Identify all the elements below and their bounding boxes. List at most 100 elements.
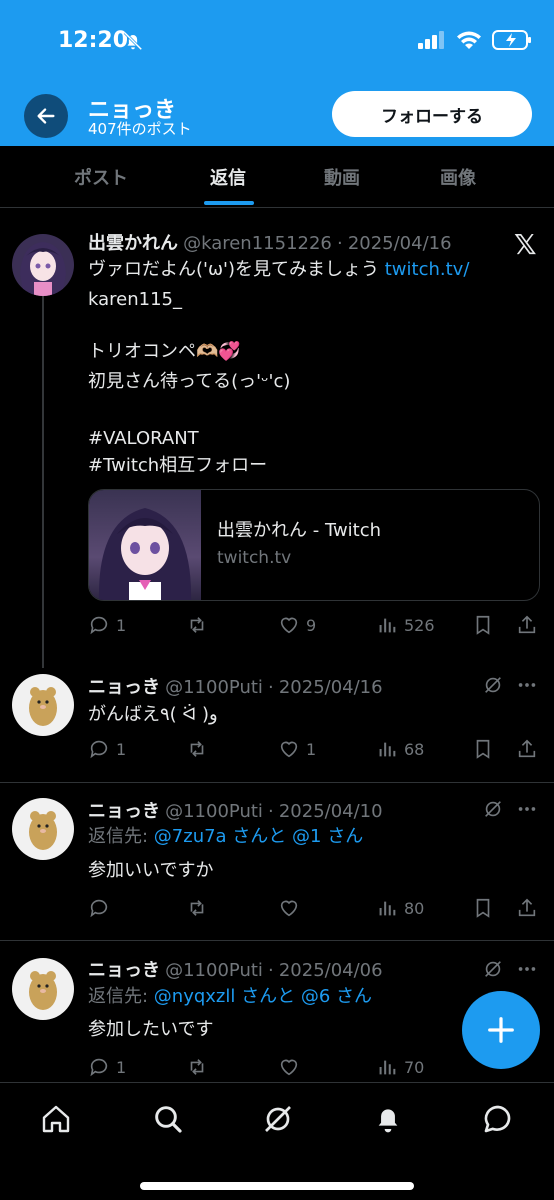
like-button[interactable]: 1 — [278, 738, 316, 760]
reply-to-users[interactable]: @nyqxzll さんと @6 さん — [154, 986, 372, 1007]
home-icon[interactable] — [40, 1103, 72, 1135]
post-header: ニョっき @1100Puti · 2025/04/16 — [88, 673, 383, 699]
retweet-icon — [190, 900, 204, 916]
follow-button[interactable]: フォローする — [332, 91, 532, 137]
post-actions: 80 — [88, 897, 538, 923]
post-text-line: ヴァロだよん('ω')を見てみましょう twitch.tv/ — [88, 255, 469, 285]
avatar[interactable] — [12, 958, 74, 1020]
more-icon[interactable] — [516, 958, 538, 980]
grok-icon[interactable] — [482, 798, 504, 820]
views-button[interactable]: 80 — [376, 897, 424, 919]
bookmark-icon — [476, 615, 490, 635]
author-handle[interactable]: @karen1151226 — [183, 233, 332, 254]
divider — [0, 782, 554, 783]
post-text: 初見さん待ってる(っ'ᵕ'c) — [88, 371, 291, 392]
bookmark-icon — [476, 898, 490, 918]
author-handle[interactable]: @1100Puti — [165, 801, 263, 822]
post-date[interactable]: 2025/04/16 — [348, 233, 452, 254]
reply-to-users[interactable]: @7zu7a さんと @1 さん — [154, 826, 363, 847]
post-count: 407件のポスト — [88, 120, 192, 138]
bookmark-button[interactable] — [472, 738, 494, 760]
back-button[interactable] — [24, 94, 68, 138]
meta-dot: · — [268, 677, 274, 698]
hashtag[interactable]: #VALORANT — [88, 424, 199, 454]
like-button[interactable]: 9 — [278, 614, 316, 636]
tab-images[interactable]: 画像 — [440, 164, 476, 190]
author-name[interactable]: ニョっき — [88, 960, 160, 981]
avatar[interactable] — [12, 674, 74, 736]
tab-replies[interactable]: 返信 — [210, 164, 246, 190]
bookmark-button[interactable] — [472, 614, 494, 636]
share-button[interactable] — [516, 897, 538, 919]
post-header: ニョっき @1100Puti · 2025/04/06 — [88, 956, 383, 982]
active-tab-indicator — [204, 201, 254, 205]
x-logo-icon: 𝕏 — [514, 228, 537, 261]
grok-icon[interactable] — [482, 674, 504, 696]
reply-icon — [90, 1058, 108, 1077]
bell-icon[interactable] — [372, 1103, 404, 1135]
compose-button[interactable] — [462, 991, 540, 1069]
post-link[interactable]: twitch.tv/ — [385, 259, 470, 280]
post-actions: 1 70 — [88, 1056, 458, 1082]
wifi-icon — [457, 31, 481, 49]
views-count: 80 — [404, 898, 425, 918]
share-icon — [518, 898, 536, 917]
post-text: 参加したいです — [88, 1019, 214, 1040]
heart-icon — [280, 617, 298, 634]
grok-icon[interactable] — [482, 958, 504, 980]
more-icon[interactable] — [516, 798, 538, 820]
post-link[interactable]: karen115_ — [88, 285, 182, 315]
reply-icon — [90, 899, 108, 918]
like-button[interactable] — [278, 897, 300, 919]
like-count: 9 — [306, 615, 317, 635]
author-handle[interactable]: @1100Puti — [165, 677, 263, 698]
share-button[interactable] — [516, 738, 538, 760]
more-icon[interactable] — [516, 674, 538, 696]
retweet-button[interactable] — [186, 1056, 208, 1078]
author-name[interactable]: ニョっき — [88, 801, 160, 822]
views-count: 526 — [404, 615, 435, 635]
tab-posts[interactable]: ポスト — [74, 164, 128, 190]
retweet-icon — [190, 1059, 204, 1075]
arrow-left-icon — [37, 108, 55, 124]
author-name[interactable]: ニョっき — [88, 677, 160, 698]
avatar[interactable] — [12, 798, 74, 860]
avatar-image — [29, 687, 57, 726]
post-date[interactable]: 2025/04/06 — [279, 960, 383, 981]
post-header: 出雲かれん @karen1151226 · 2025/04/16 — [88, 229, 452, 255]
author-name[interactable]: 出雲かれん — [88, 233, 178, 254]
bookmark-icon — [476, 739, 490, 759]
retweet-button[interactable] — [186, 614, 208, 636]
post-date[interactable]: 2025/04/10 — [279, 801, 383, 822]
link-card[interactable]: 出雲かれん - Twitch twitch.tv — [88, 489, 540, 601]
reply-button[interactable] — [88, 897, 110, 919]
post-date[interactable]: 2025/04/16 — [279, 677, 383, 698]
reply-button[interactable]: 1 — [88, 738, 126, 760]
reply-prefix: 返信先: — [88, 826, 154, 847]
views-button[interactable]: 70 — [376, 1056, 424, 1078]
messages-icon[interactable] — [482, 1103, 514, 1135]
retweet-button[interactable] — [186, 738, 208, 760]
avatar[interactable] — [12, 234, 74, 296]
grok-icon[interactable] — [262, 1103, 294, 1135]
meta-dot: · — [336, 233, 343, 254]
reply-button[interactable]: 1 — [88, 1056, 126, 1078]
share-button[interactable] — [516, 614, 538, 636]
thread-line — [42, 286, 44, 668]
tab-videos[interactable]: 動画 — [324, 164, 360, 190]
bell-slash-icon — [123, 31, 143, 51]
retweet-icon — [190, 741, 204, 757]
reply-count: 1 — [116, 615, 127, 635]
heart-icon — [280, 1059, 298, 1076]
bookmark-button[interactable] — [472, 897, 494, 919]
reply-button[interactable]: 1 — [88, 614, 126, 636]
search-icon[interactable] — [152, 1103, 184, 1135]
views-button[interactable]: 526 — [376, 614, 435, 636]
retweet-button[interactable] — [186, 897, 208, 919]
like-button[interactable] — [278, 1056, 300, 1078]
views-count: 68 — [404, 739, 425, 759]
post-header: ニョっき @1100Puti · 2025/04/10 — [88, 797, 383, 823]
views-button[interactable]: 68 — [376, 738, 424, 760]
hashtag[interactable]: #Twitch相互フォロー — [88, 451, 267, 481]
author-handle[interactable]: @1100Puti — [165, 960, 263, 981]
